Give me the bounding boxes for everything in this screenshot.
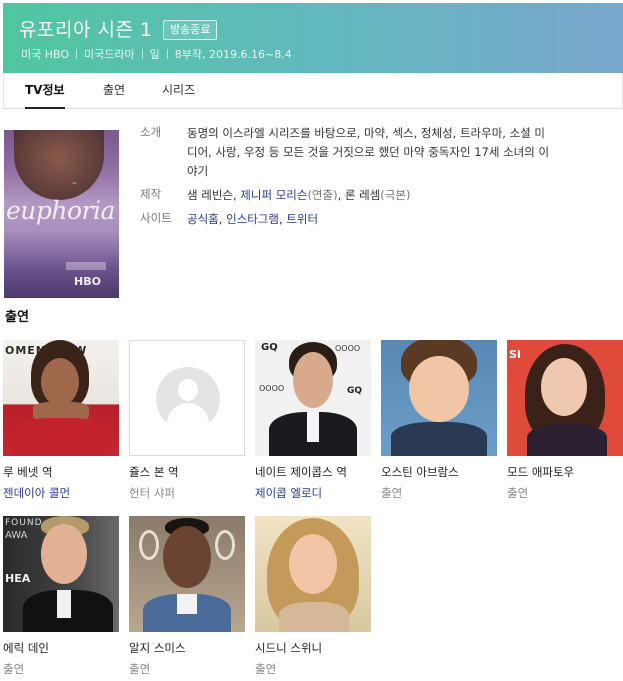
cast-actor-link[interactable]: 제이콥 엘로디 bbox=[255, 485, 322, 501]
meta-divider bbox=[76, 49, 78, 59]
cast-card[interactable]: SI 모드 애파토우 출연 bbox=[507, 340, 623, 500]
cast-card[interactable]: 쥴스 본 역 헌터 샤퍼 bbox=[129, 340, 245, 500]
cast-card[interactable]: GQ OOOO OOOO GQ 네이트 제이콥스 역 제이콥 엘로디 bbox=[255, 340, 371, 500]
cast-actor: 출연 bbox=[255, 662, 277, 676]
twitter-link[interactable]: 트위터 bbox=[286, 212, 318, 226]
program-title: 유포리아 시즌 1 bbox=[19, 19, 153, 41]
program-meta: 미국 HBO 미국드라마 일 8부작, 2019.6.16~8.4 bbox=[21, 46, 292, 62]
cast-card[interactable]: FOUND AWA HEA 에릭 데인 출연 bbox=[3, 516, 119, 676]
meta-divider bbox=[141, 49, 143, 59]
production-text: 샘 레빈슨, 제니퍼 모리슨(연출), 론 레셈(극본) bbox=[187, 186, 600, 205]
tab-series[interactable]: 시리즈 bbox=[162, 73, 195, 109]
cast-role: 쥴스 본 역 bbox=[129, 465, 179, 479]
status-badge: 방송종료 bbox=[163, 20, 218, 40]
director-link[interactable]: 제니퍼 모리슨 bbox=[240, 188, 307, 202]
poster-face-art bbox=[14, 130, 104, 200]
cast-card[interactable]: 시드니 스위니 출연 bbox=[255, 516, 371, 676]
official-site-link[interactable]: 공식홈 bbox=[187, 212, 219, 226]
poster-network-logo: HBO bbox=[74, 275, 101, 288]
program-info: 소개 동명의 이스라엘 시리즈를 바탕으로, 마약, 섹스, 정체성, 트라우마… bbox=[140, 124, 600, 234]
intro-text: 동명의 이스라엘 시리즈를 바탕으로, 마약, 섹스, 정체성, 트라우마, 소… bbox=[187, 124, 600, 181]
cast-photo[interactable] bbox=[381, 340, 497, 456]
intro-label: 소개 bbox=[140, 125, 162, 139]
user-avatar-icon bbox=[156, 367, 220, 431]
cast-role: 모드 애파토우 bbox=[507, 465, 575, 479]
writer-name: 론 레셈 bbox=[344, 188, 381, 202]
poster-small-text: ~ bbox=[72, 180, 78, 187]
cast-actor: 출연 bbox=[3, 662, 25, 676]
cast-role: 네이트 제이콥스 역 bbox=[255, 465, 347, 479]
cast-role: 시드니 스위니 bbox=[255, 641, 323, 655]
tab-cast[interactable]: 출연 bbox=[103, 73, 125, 109]
cast-photo[interactable]: OMEN LLYW bbox=[3, 340, 119, 456]
cast-photo[interactable] bbox=[129, 516, 245, 632]
cast-role: 오스틴 아브람스 bbox=[381, 465, 459, 479]
intro-line: 동명의 이스라엘 시리즈를 바탕으로, 마약, 섹스, 정체성, 트라우마, 소… bbox=[187, 126, 545, 140]
cast-actor: 출연 bbox=[129, 662, 151, 676]
separator: , bbox=[218, 212, 223, 226]
cast-photo[interactable]: GQ OOOO OOOO GQ bbox=[255, 340, 371, 456]
cast-role: 알지 스미스 bbox=[129, 641, 186, 655]
intro-line: 디어, 사랑, 우정 등 모든 것을 거짓으로 했던 마약 중독자인 17세 소… bbox=[187, 145, 550, 159]
program-header: 유포리아 시즌 1 방송종료 미국 HBO 미국드라마 일 8부작, 2019.… bbox=[3, 3, 623, 73]
intro-line: 야기 bbox=[187, 164, 209, 178]
cast-photo[interactable]: FOUND AWA HEA bbox=[3, 516, 119, 632]
cast-photo[interactable] bbox=[255, 516, 371, 632]
meta-network: 미국 HBO bbox=[21, 48, 70, 61]
cast-photo-placeholder[interactable] bbox=[129, 340, 245, 456]
program-poster[interactable]: ~ euphoria HBO bbox=[4, 130, 119, 298]
cast-card[interactable]: 알지 스미스 출연 bbox=[129, 516, 245, 676]
poster-caption-bar bbox=[66, 262, 106, 270]
site-links: 공식홈, 인스타그램, 트위터 bbox=[187, 210, 600, 229]
meta-genre: 미국드라마 bbox=[84, 48, 135, 61]
meta-day: 일 bbox=[149, 48, 160, 61]
production-label: 제작 bbox=[140, 187, 162, 201]
poster-title-art: euphoria bbox=[6, 196, 115, 225]
production-row: 제작 샘 레빈슨, 제니퍼 모리슨(연출), 론 레셈(극본) bbox=[140, 186, 600, 205]
tab-bar: TV정보 출연 시리즈 bbox=[3, 73, 623, 109]
cast-actor: 헌터 샤퍼 bbox=[129, 486, 175, 500]
intro-row: 소개 동명의 이스라엘 시리즈를 바탕으로, 마약, 섹스, 정체성, 트라우마… bbox=[140, 124, 600, 181]
cast-card[interactable]: OMEN LLYW 루 베넷 역 젠데이아 콜먼 bbox=[3, 340, 119, 500]
instagram-link[interactable]: 인스타그램 bbox=[226, 212, 279, 226]
site-label: 사이트 bbox=[140, 211, 172, 225]
site-row: 사이트 공식홈, 인스타그램, 트위터 bbox=[140, 210, 600, 229]
director-role: (연출) bbox=[307, 188, 338, 202]
tab-tv-info[interactable]: TV정보 bbox=[25, 73, 65, 109]
cast-role: 에릭 데인 bbox=[3, 641, 49, 655]
meta-episodes: 8부작, 2019.6.16~8.4 bbox=[174, 48, 292, 61]
producer-name: 샘 레빈슨 bbox=[187, 188, 233, 202]
cast-actor-link[interactable]: 젠데이아 콜먼 bbox=[3, 485, 70, 501]
separator: , bbox=[232, 188, 237, 202]
separator: , bbox=[278, 212, 283, 226]
cast-card[interactable]: 오스틴 아브람스 출연 bbox=[381, 340, 497, 500]
meta-divider bbox=[166, 49, 168, 59]
cast-actor: 출연 bbox=[381, 486, 403, 500]
separator: , bbox=[337, 188, 342, 202]
cast-section-title: 출연 bbox=[5, 310, 29, 325]
cast-role: 루 베넷 역 bbox=[3, 465, 53, 479]
cast-actor: 출연 bbox=[507, 486, 529, 500]
cast-photo[interactable]: SI bbox=[507, 340, 623, 456]
writer-role: (극본) bbox=[380, 188, 411, 202]
